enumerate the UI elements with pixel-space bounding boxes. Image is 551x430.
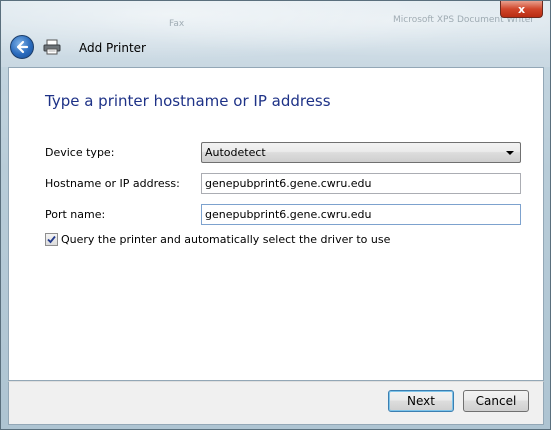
close-icon: x bbox=[517, 2, 526, 16]
wizard-footer: Next Cancel bbox=[8, 381, 544, 425]
cancel-button[interactable]: Cancel bbox=[463, 390, 529, 412]
port-name-label: Port name: bbox=[45, 208, 106, 221]
dropdown-arrow-icon bbox=[506, 151, 514, 155]
add-printer-window: Microsoft XPS Document Writer Fax x Add … bbox=[0, 0, 551, 430]
wizard-content: Type a printer hostname or IP address De… bbox=[8, 67, 544, 381]
hostname-input[interactable]: genepubprint6.gene.cwru.edu bbox=[201, 173, 521, 194]
close-button[interactable]: x bbox=[500, 1, 543, 18]
device-type-value: Autodetect bbox=[205, 146, 266, 159]
window-title: Add Printer bbox=[79, 41, 146, 55]
port-name-input[interactable]: genepubprint6.gene.cwru.edu bbox=[201, 204, 521, 225]
next-button[interactable]: Next bbox=[388, 390, 454, 412]
page-heading: Type a printer hostname or IP address bbox=[45, 92, 331, 110]
background-ghost-text: Fax bbox=[169, 19, 185, 29]
printer-icon bbox=[43, 39, 61, 55]
device-type-select[interactable]: Autodetect bbox=[201, 142, 521, 163]
query-printer-label: Query the printer and automatically sele… bbox=[61, 233, 391, 246]
query-printer-option[interactable]: Query the printer and automatically sele… bbox=[45, 233, 390, 246]
checkmark-icon bbox=[47, 235, 56, 244]
back-button[interactable] bbox=[10, 35, 34, 59]
back-arrow-icon bbox=[16, 40, 29, 54]
hostname-label: Hostname or IP address: bbox=[45, 177, 180, 190]
device-type-label: Device type: bbox=[45, 146, 115, 159]
query-printer-checkbox[interactable] bbox=[45, 233, 58, 246]
glass-frame: Microsoft XPS Document Writer Fax bbox=[1, 1, 550, 67]
